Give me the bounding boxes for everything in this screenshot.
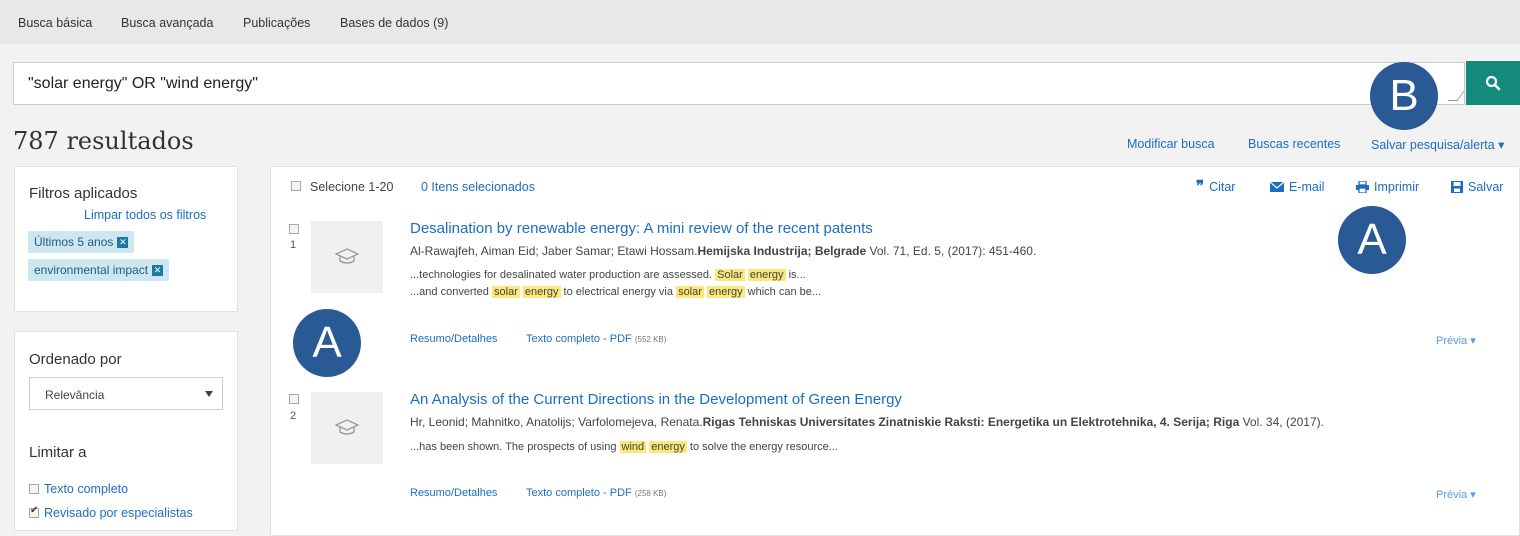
top-nav: Busca básica Busca avançada Publicações …: [0, 0, 1520, 44]
record-thumbnail[interactable]: [311, 221, 383, 293]
record-checkbox[interactable]: [289, 394, 299, 404]
modify-search-link[interactable]: Modificar busca: [1127, 137, 1215, 151]
resize-handle[interactable]: [1447, 91, 1465, 101]
nav-publications[interactable]: Publicações: [243, 16, 310, 30]
record-citation: Al-Rawajfeh, Aiman Eid; Jaber Samar; Eta…: [410, 244, 1036, 258]
printer-icon: [1356, 181, 1369, 193]
select-all-checkbox[interactable]: [291, 181, 301, 191]
sort-select[interactable]: Relevância: [29, 377, 223, 410]
record-title[interactable]: An Analysis of the Current Directions in…: [410, 391, 902, 408]
search-button[interactable]: [1466, 61, 1520, 105]
floppy-icon: [1451, 181, 1463, 193]
filter-chip-last-5-years[interactable]: Últimos 5 anos ✕: [28, 231, 135, 253]
abstract-details-link[interactable]: Resumo/Detalhes: [410, 333, 497, 345]
save-button[interactable]: Salvar: [1451, 180, 1503, 194]
email-button[interactable]: E-mail: [1270, 180, 1324, 194]
graduation-cap-icon: [335, 248, 359, 264]
applied-filters-heading: Filtros aplicados: [29, 185, 138, 202]
chevron-down-icon: [205, 391, 213, 397]
annotation-badge-b: B: [1370, 62, 1438, 130]
recent-searches-link[interactable]: Buscas recentes: [1248, 137, 1340, 151]
envelope-icon: [1270, 182, 1284, 192]
record-thumbnail[interactable]: [311, 392, 383, 464]
fulltext-checkbox[interactable]: [29, 484, 39, 494]
save-search-alert-link[interactable]: Salvar pesquisa/alerta ▾: [1371, 137, 1504, 152]
record-snippet: ...has been shown. The prospects of usin…: [410, 441, 838, 453]
peer-reviewed-checkbox[interactable]: [29, 505, 39, 518]
cite-label: Citar: [1209, 180, 1236, 194]
selected-items-link[interactable]: 0 Itens selecionados: [421, 180, 535, 194]
record-authors: Hr, Leonid; Mahnitko, Anatolijs; Varfolo…: [410, 415, 703, 429]
graduation-cap-icon: [335, 419, 359, 435]
save-label: Salvar: [1468, 180, 1504, 194]
fulltext-option-label[interactable]: Texto completo: [44, 482, 128, 496]
limit-heading: Limitar a: [29, 444, 87, 461]
record-journal[interactable]: Rigas Tehniskas Universitates Zinatniski…: [703, 415, 1240, 429]
annotation-badge-a: A: [1338, 206, 1406, 274]
email-label: E-mail: [1289, 180, 1325, 194]
nav-basic-search[interactable]: Busca básica: [18, 16, 92, 30]
search-icon: [1485, 75, 1501, 91]
sort-heading: Ordenado por: [29, 351, 122, 368]
record-checkbox[interactable]: [289, 224, 299, 234]
record-snippet: ...and converted solar energy to electri…: [410, 286, 822, 298]
record-authors: Al-Rawajfeh, Aiman Eid; Jaber Samar; Eta…: [410, 244, 698, 258]
preview-toggle[interactable]: Prévia ▾: [1436, 334, 1476, 347]
record-number: 2: [290, 410, 297, 422]
filter-chip-label: environmental impact: [34, 263, 149, 277]
close-icon[interactable]: ✕: [117, 237, 129, 249]
fulltext-pdf-link[interactable]: Texto completo - PDF (552 KB): [526, 333, 666, 345]
print-button[interactable]: Imprimir: [1356, 180, 1419, 194]
sort-selected-value: Relevância: [45, 388, 105, 402]
abstract-details-link[interactable]: Resumo/Detalhes: [410, 487, 497, 499]
filter-chip-label: Últimos 5 anos: [34, 235, 114, 249]
close-icon[interactable]: ✕: [152, 265, 164, 277]
cite-button[interactable]: ❞ Citar: [1196, 178, 1236, 195]
record-details: Vol. 71, Ed. 5, (2017): 451-460.: [866, 244, 1037, 258]
search-input[interactable]: "solar energy" OR "wind energy": [13, 62, 1465, 105]
annotation-badge-a: A: [293, 309, 361, 377]
filter-chip-environmental-impact[interactable]: environmental impact ✕: [28, 259, 170, 281]
record-number: 1: [290, 239, 297, 251]
preview-toggle[interactable]: Prévia ▾: [1436, 488, 1476, 501]
clear-all-filters-link[interactable]: Limpar todos os filtros: [84, 208, 206, 222]
nav-advanced-search[interactable]: Busca avançada: [121, 16, 213, 30]
results-count: 787 resultados: [13, 127, 194, 155]
record-snippet: ...technologies for desalinated water pr…: [410, 269, 806, 281]
select-range-label: Selecione 1-20: [310, 180, 394, 194]
record-citation: Hr, Leonid; Mahnitko, Anatolijs; Varfolo…: [410, 415, 1324, 429]
record-title[interactable]: Desalination by renewable energy: A mini…: [410, 220, 873, 237]
quote-icon: ❞: [1196, 178, 1205, 195]
search-query-text: "solar energy" OR "wind energy": [28, 75, 258, 92]
fulltext-pdf-link[interactable]: Texto completo - PDF (258 KB): [526, 487, 666, 499]
print-label: Imprimir: [1374, 180, 1420, 194]
record-journal[interactable]: Hemijska Industrija; Belgrade: [697, 244, 866, 258]
nav-databases[interactable]: Bases de dados (9): [340, 16, 448, 30]
record-details: Vol. 34, (2017).: [1239, 415, 1324, 429]
